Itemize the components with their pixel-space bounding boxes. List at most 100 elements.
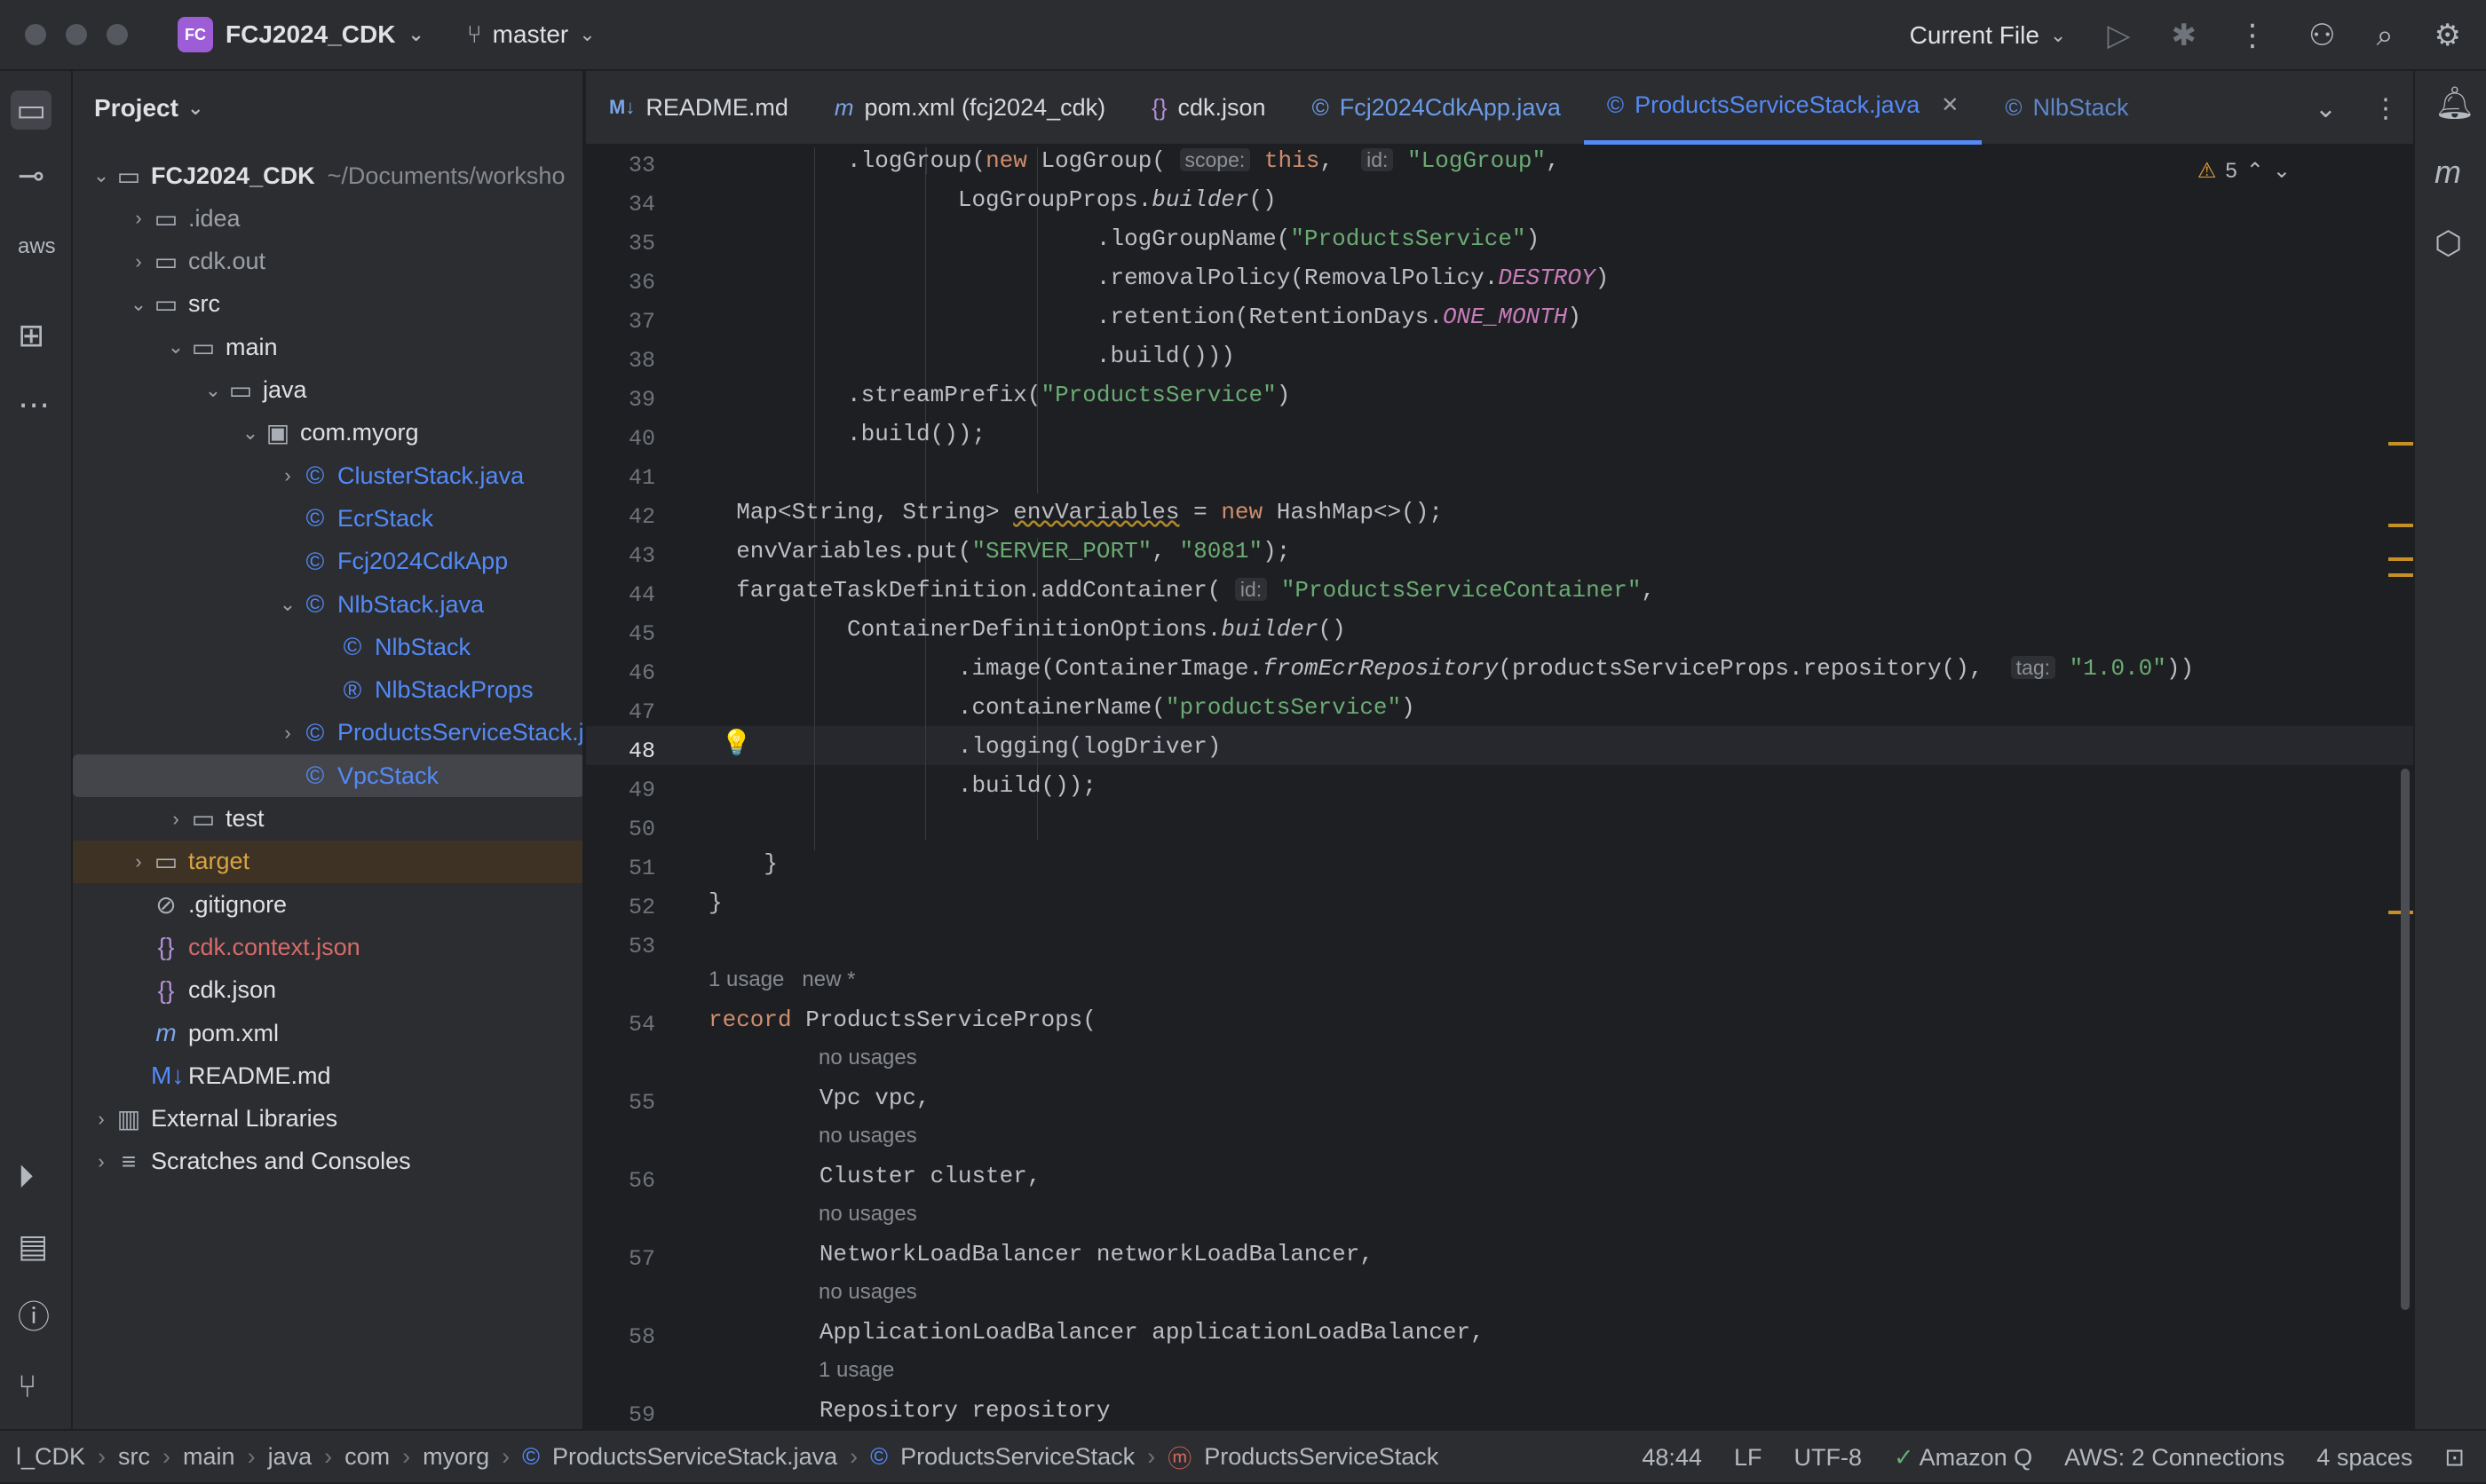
tree-item[interactable]: › ▭ test xyxy=(73,798,582,841)
folder-icon: ▭ xyxy=(116,162,141,190)
class-icon: © xyxy=(1311,93,1329,121)
breadcrumb-item[interactable]: ProductsServiceStack.java xyxy=(552,1443,837,1471)
commit-icon[interactable]: ⊸ xyxy=(18,160,44,192)
tree-item[interactable]: › ▭ cdk.out xyxy=(73,241,582,283)
cursor-position[interactable]: 48:44 xyxy=(1642,1444,1702,1472)
breadcrumb-item[interactable]: src xyxy=(118,1443,150,1471)
chevron-down-icon[interactable]: ⌄ xyxy=(275,593,300,616)
tree-item[interactable]: ⌄ ▭ src xyxy=(73,283,582,326)
tree-item[interactable]: ⌄ © NlbStack.java xyxy=(73,583,582,626)
aws-connections[interactable]: AWS: 2 Connections xyxy=(2064,1444,2284,1472)
indent-setting[interactable]: 4 spaces xyxy=(2316,1444,2412,1472)
tree-item[interactable]: ⌄ ▭ java xyxy=(73,369,582,412)
tab-readme[interactable]: M↓ README.md xyxy=(586,70,812,145)
tree-item[interactable]: › ▭ target xyxy=(73,840,582,883)
tree-item[interactable]: › ≡ Scratches and Consoles xyxy=(73,1141,582,1183)
maven-tool-icon[interactable]: m xyxy=(2435,156,2461,188)
terminal-icon[interactable]: ▤ xyxy=(18,1230,48,1262)
more-tools-icon[interactable]: ⋯ xyxy=(18,389,50,421)
breadcrumb-item[interactable]: java xyxy=(268,1443,313,1471)
add-user-icon[interactable]: ⚇ xyxy=(2308,20,2335,51)
close-icon[interactable]: ✕ xyxy=(1941,94,1959,116)
chevron-down-icon: ⌄ xyxy=(579,23,596,45)
services-icon[interactable]: ⏵ xyxy=(18,1161,34,1193)
tab-nlbstack[interactable]: © NlbStack xyxy=(1982,70,2151,145)
tree-item[interactable]: © VpcStack xyxy=(73,754,582,798)
tree-item[interactable]: {} cdk.context.json xyxy=(73,926,582,968)
breadcrumb-item[interactable]: myorg xyxy=(423,1443,489,1471)
tab-cdk-json[interactable]: {} cdk.json xyxy=(1128,70,1288,145)
breadcrumb-item[interactable]: main xyxy=(183,1443,235,1471)
file-encoding[interactable]: UTF-8 xyxy=(1793,1444,1862,1472)
chevron-right-icon[interactable]: › xyxy=(89,1108,114,1131)
notifications-icon[interactable]: 🔔︎ xyxy=(2435,87,2475,119)
line-separator[interactable]: LF xyxy=(1734,1444,1762,1472)
amazon-q-status[interactable]: ✓ Amazon Q xyxy=(1894,1444,2032,1472)
settings-icon[interactable]: ⚙ xyxy=(2435,20,2461,51)
chevron-down-icon[interactable]: ⌄ xyxy=(89,164,114,187)
breadcrumb-item[interactable]: com xyxy=(344,1443,390,1471)
previous-highlight-icon[interactable]: ⌃ xyxy=(2246,158,2264,184)
tree-item-label: ProductsServiceStack.j xyxy=(337,719,584,746)
tree-item[interactable]: ® NlbStackProps xyxy=(73,669,582,712)
tab-productsservicestack[interactable]: © ProductsServiceStack.java ✕ xyxy=(1583,70,1983,145)
more-icon[interactable]: ⋮ xyxy=(2237,20,2268,51)
chevron-right-icon[interactable]: › xyxy=(275,464,300,487)
aws-icon[interactable]: aws xyxy=(18,236,56,257)
project-tool-icon[interactable]: ▭ xyxy=(11,91,52,130)
structure-icon[interactable]: ⊞ xyxy=(18,320,44,351)
chevron-right-icon[interactable]: › xyxy=(126,207,151,230)
tree-item[interactable]: © Fcj2024CdkApp xyxy=(73,541,582,583)
read-only-lock-icon[interactable]: ⊡ xyxy=(2444,1444,2465,1472)
tree-item[interactable]: {} cdk.json xyxy=(73,969,582,1012)
breadcrumb-item[interactable]: ProductsServiceStack xyxy=(1204,1443,1438,1471)
chevron-right-icon[interactable]: › xyxy=(89,1150,114,1173)
breadcrumb-item[interactable]: ProductsServiceStack xyxy=(900,1443,1135,1471)
tree-item[interactable]: ⌄ ▭ FCJ2024_CDK ~/Documents/worksho xyxy=(73,154,582,197)
branch-switcher[interactable]: ⑂ master ⌄ xyxy=(467,20,596,49)
editor-scrollbar[interactable] xyxy=(2401,769,2410,1310)
tree-item[interactable]: © EcrStack xyxy=(73,497,582,540)
tree-item[interactable]: m pom.xml xyxy=(73,1012,582,1054)
run-config-selector[interactable]: Current File ⌄ xyxy=(1910,21,2067,50)
tree-item[interactable]: ⌄ ▣ com.myorg xyxy=(73,412,582,454)
tree-item[interactable]: M↓ README.md xyxy=(73,1054,582,1097)
chevron-right-icon[interactable]: › xyxy=(275,722,300,745)
chevron-right-icon[interactable]: › xyxy=(126,250,151,273)
tab-list-chevron-icon[interactable]: ⌄ xyxy=(2315,93,2337,124)
run-icon[interactable]: ▷ xyxy=(2107,20,2130,51)
inspection-widget[interactable]: ⚠ 5 ⌃ ⌄ xyxy=(2197,158,2291,184)
next-highlight-icon[interactable]: ⌄ xyxy=(2273,158,2291,184)
chevron-down-icon[interactable]: ⌄ xyxy=(126,293,151,316)
project-panel-header[interactable]: Project ⌄ xyxy=(73,71,582,146)
tree-item[interactable]: ⊘ .gitignore xyxy=(73,883,582,926)
chevron-right-icon[interactable]: › xyxy=(126,850,151,873)
amazon-q-icon[interactable]: ⬡ xyxy=(2435,227,2462,259)
chevron-right-icon[interactable]: › xyxy=(163,808,188,831)
chevron-down-icon[interactable]: ⌄ xyxy=(163,335,188,359)
tab-pom[interactable]: m pom.xml (fcj2024_cdk) xyxy=(812,70,1128,145)
zoom-window-button[interactable] xyxy=(107,24,128,45)
tree-item[interactable]: › ▥ External Libraries xyxy=(73,1098,582,1141)
tab-more-icon[interactable]: ⋮ xyxy=(2372,93,2399,124)
tree-item[interactable]: © NlbStack xyxy=(73,626,582,668)
chevron-down-icon[interactable]: ⌄ xyxy=(238,422,263,445)
line-number: 47 xyxy=(628,699,655,725)
search-icon[interactable]: ⌕ xyxy=(2376,20,2393,51)
tree-item[interactable]: › ▭ .idea xyxy=(73,197,582,240)
git-icon[interactable]: ⑂ xyxy=(18,1370,37,1402)
breadcrumb-item[interactable]: l_CDK xyxy=(16,1443,85,1471)
tree-item[interactable]: › © ClusterStack.java xyxy=(73,454,582,497)
tree-item[interactable]: › © ProductsServiceStack.j xyxy=(73,712,584,754)
minimize-window-button[interactable] xyxy=(66,24,87,45)
chevron-down-icon[interactable]: ⌄ xyxy=(201,379,226,402)
tree-item[interactable]: ⌄ ▭ main xyxy=(73,326,582,368)
close-window-button[interactable] xyxy=(25,24,46,45)
problems-icon[interactable]: ⓘ xyxy=(18,1301,50,1333)
code-editor[interactable]: ⚠ 5 ⌃ ⌄ 33 34 35 36 37 38 39 40 41 42 43 44 45 46 47 48… xyxy=(586,147,2413,1429)
tree-item-label: main xyxy=(226,333,278,360)
project-switcher[interactable]: FC FCJ2024_CDK ⌄ xyxy=(178,17,424,52)
record-icon: ® xyxy=(343,675,362,704)
debug-icon[interactable]: ✱ xyxy=(2171,20,2197,51)
tab-fcj2024cdkapp[interactable]: © Fcj2024CdkApp.java xyxy=(1289,70,1584,145)
